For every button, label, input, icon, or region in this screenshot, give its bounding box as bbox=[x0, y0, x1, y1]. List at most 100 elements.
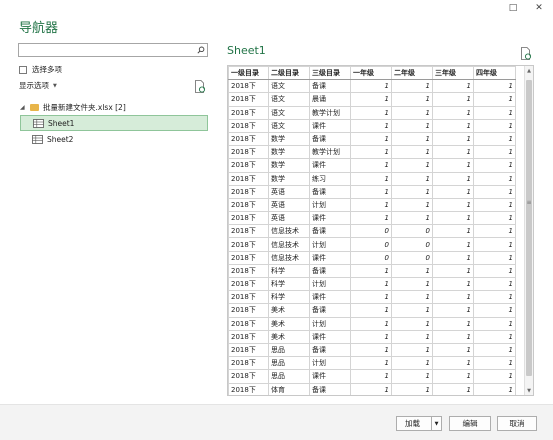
tree-item-sheet1[interactable]: Sheet1 bbox=[20, 115, 208, 131]
table-cell: 1 bbox=[391, 118, 433, 133]
multi-select-option[interactable]: 选择多项 bbox=[19, 64, 62, 75]
load-button[interactable]: 加载 ▼ bbox=[396, 416, 442, 431]
table-header-row: 一级目录 二级目录 三级目录 一年级 二年级 三年级 四年级 bbox=[228, 66, 516, 81]
table-cell: 0 bbox=[391, 224, 433, 239]
table-row: 2018下 思品 课件 1 1 1 1 bbox=[228, 369, 516, 384]
table-row: 2018下 数学 课件 1 1 1 1 bbox=[228, 158, 516, 173]
table-cell: 1 bbox=[350, 92, 392, 107]
window-title: 导航器 bbox=[19, 21, 59, 36]
tree-folder[interactable]: ◢ 批量新建文件夹.xlsx [2] bbox=[20, 99, 208, 115]
table-cell: 课件 bbox=[309, 250, 351, 265]
table-cell: 1 bbox=[473, 92, 516, 107]
chevron-down-icon: ▼ bbox=[53, 82, 57, 89]
display-options-label: 显示选项 bbox=[19, 81, 49, 90]
table-cell: 2018下 bbox=[228, 197, 269, 213]
table-cell: 计划 bbox=[309, 356, 351, 371]
multi-select-checkbox[interactable] bbox=[19, 65, 27, 74]
edit-button[interactable]: 编辑 bbox=[449, 416, 491, 431]
table-row: 2018下 数学 教学计划 1 1 1 1 bbox=[228, 145, 516, 160]
table-cell: 1 bbox=[473, 184, 516, 199]
sheet-icon bbox=[32, 134, 43, 144]
table-cell: 语文 bbox=[268, 105, 310, 120]
table-cell: 2018下 bbox=[228, 382, 269, 395]
preview-table: 一级目录 二级目录 三级目录 一年级 二年级 三年级 四年级 2018下 语文 备课 1 1 1 1 20… bbox=[228, 66, 516, 395]
table-cell: 2018下 bbox=[228, 105, 269, 120]
column-header[interactable]: 三年级 bbox=[432, 66, 474, 81]
table-cell: 1 bbox=[350, 263, 392, 279]
refresh-preview-icon[interactable] bbox=[520, 47, 532, 60]
table-cell: 2018下 bbox=[228, 303, 269, 318]
table-cell: 数学 bbox=[268, 158, 310, 173]
display-options-dropdown[interactable]: 显示选项 ▼ bbox=[19, 80, 57, 91]
table-cell: 2018下 bbox=[228, 369, 269, 384]
table-cell: 1 bbox=[350, 356, 392, 371]
table-cell: 2018下 bbox=[228, 356, 269, 371]
table-cell: 课件 bbox=[309, 158, 351, 173]
table-cell: 思品 bbox=[268, 356, 310, 371]
table-cell: 1 bbox=[350, 382, 392, 395]
table-cell: 1 bbox=[473, 118, 516, 133]
table-cell: 1 bbox=[432, 369, 474, 384]
table-cell: 1 bbox=[473, 171, 516, 186]
cancel-button[interactable]: 取消 bbox=[497, 416, 537, 431]
close-icon[interactable]: ✕ bbox=[533, 2, 545, 14]
scroll-up-icon[interactable]: ▲ bbox=[525, 66, 533, 75]
collapse-arrow-icon[interactable]: ◢ bbox=[20, 104, 26, 111]
table-cell: 1 bbox=[432, 92, 474, 107]
load-dropdown-icon[interactable]: ▼ bbox=[431, 417, 441, 430]
search-input[interactable] bbox=[18, 43, 208, 57]
table-cell: 1 bbox=[473, 224, 516, 239]
table-cell: 科学 bbox=[268, 290, 310, 305]
table-row: 2018下 数学 练习 1 1 1 1 bbox=[228, 171, 516, 186]
column-header[interactable]: 二年级 bbox=[391, 66, 433, 81]
table-cell: 1 bbox=[350, 329, 392, 344]
table-cell: 1 bbox=[432, 276, 474, 292]
table-cell: 1 bbox=[350, 105, 392, 120]
table-cell: 1 bbox=[350, 197, 392, 213]
footer-bar: 加载 ▼ 编辑 取消 bbox=[0, 404, 553, 440]
column-header[interactable]: 一年级 bbox=[350, 66, 392, 81]
table-cell: 1 bbox=[391, 184, 433, 199]
multi-select-label: 选择多项 bbox=[32, 65, 62, 74]
table-cell: 2018下 bbox=[228, 290, 269, 305]
refresh-icon[interactable] bbox=[194, 80, 206, 93]
table-cell: 0 bbox=[391, 237, 433, 252]
table-cell: 思品 bbox=[268, 369, 310, 384]
table-cell: 英语 bbox=[268, 197, 310, 213]
scrollbar-thumb[interactable] bbox=[526, 80, 532, 376]
table-cell: 1 bbox=[432, 184, 474, 199]
column-header[interactable]: 二级目录 bbox=[268, 66, 310, 81]
table-cell: 晨诵 bbox=[309, 92, 351, 107]
column-header[interactable]: 四年级 bbox=[473, 66, 516, 81]
column-header[interactable]: 三级目录 bbox=[309, 66, 351, 81]
scroll-down-icon[interactable]: ▼ bbox=[525, 386, 533, 395]
table-cell: 1 bbox=[391, 303, 433, 318]
maximize-icon[interactable]: □ bbox=[507, 2, 519, 14]
table-cell: 备课 bbox=[309, 303, 351, 318]
table-cell: 1 bbox=[432, 263, 474, 279]
vertical-scrollbar[interactable]: ▲ ≡ ▼ bbox=[524, 66, 533, 395]
table-cell: 美术 bbox=[268, 316, 310, 331]
table-cell: 2018下 bbox=[228, 263, 269, 279]
table-cell: 1 bbox=[391, 131, 433, 147]
table-row: 2018下 信息技术 计划 0 0 1 1 bbox=[228, 237, 516, 252]
table-cell: 1 bbox=[432, 171, 474, 186]
table-cell: 英语 bbox=[268, 184, 310, 199]
tree-item-sheet2[interactable]: Sheet2 bbox=[20, 131, 208, 147]
table-row: 2018下 美术 计划 1 1 1 1 bbox=[228, 316, 516, 331]
table-cell: 1 bbox=[350, 171, 392, 186]
table-cell: 1 bbox=[473, 276, 516, 292]
table-cell: 1 bbox=[350, 342, 392, 358]
load-label: 加载 bbox=[405, 419, 420, 428]
table-cell: 1 bbox=[432, 145, 474, 160]
table-cell: 0 bbox=[350, 250, 392, 265]
tree-item-label: Sheet1 bbox=[48, 118, 75, 128]
table-cell: 备课 bbox=[309, 342, 351, 358]
table-cell: 信息技术 bbox=[268, 237, 310, 252]
search-icon[interactable] bbox=[195, 45, 206, 55]
table-cell: 1 bbox=[432, 224, 474, 239]
column-header[interactable]: 一级目录 bbox=[228, 66, 269, 81]
table-cell: 数学 bbox=[268, 131, 310, 147]
table-cell: 1 bbox=[473, 79, 516, 94]
table-cell: 1 bbox=[432, 105, 474, 120]
